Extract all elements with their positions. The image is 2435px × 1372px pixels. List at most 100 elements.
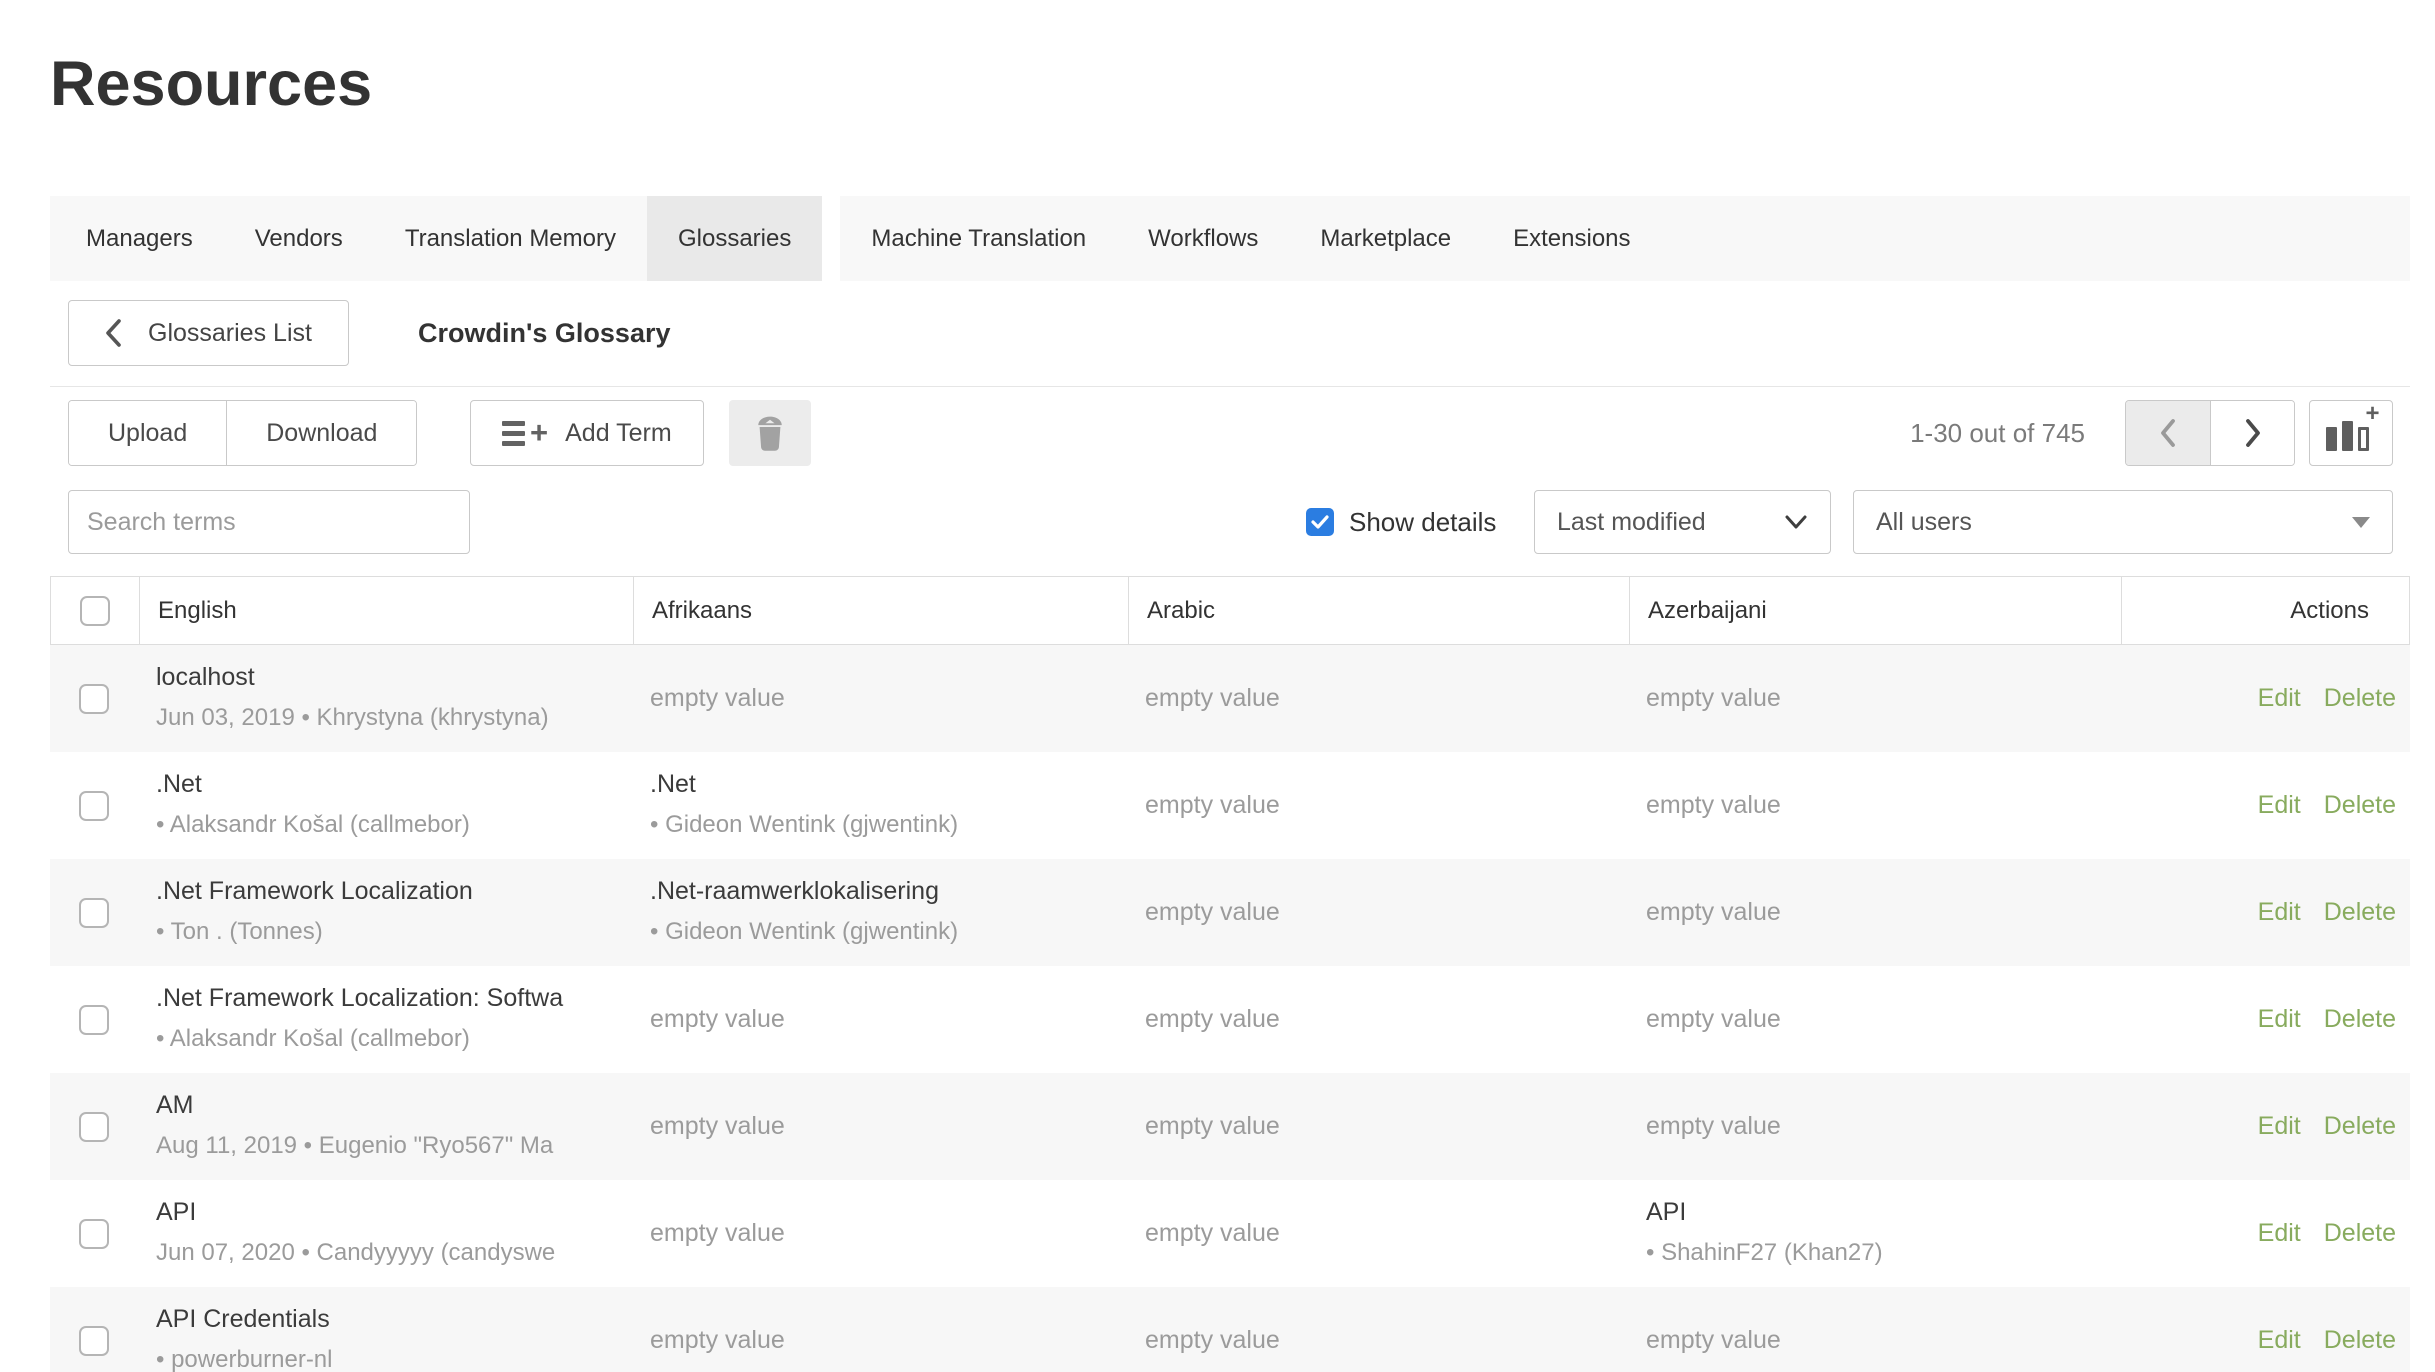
row-checkbox[interactable] xyxy=(79,791,109,821)
delete-link[interactable]: Delete xyxy=(2324,1219,2396,1248)
back-button-label: Glossaries List xyxy=(148,319,312,348)
term-text: localhost xyxy=(156,662,624,693)
edit-link[interactable]: Edit xyxy=(2258,1112,2301,1141)
cell-afrikaans: .Net• Gideon Wentink (gjwentink) xyxy=(632,752,1127,859)
delete-link[interactable]: Delete xyxy=(2324,1112,2396,1141)
row-checkbox[interactable] xyxy=(79,1219,109,1249)
term-detail: • powerburner-nl xyxy=(156,1346,624,1372)
empty-value-text: empty value xyxy=(650,1219,785,1248)
delete-link[interactable]: Delete xyxy=(2324,1005,2396,1034)
upload-download-group: Upload Download xyxy=(68,400,417,466)
empty-value-text: empty value xyxy=(1646,1326,1781,1355)
prev-page-button[interactable] xyxy=(2126,401,2210,465)
row-checkbox[interactable] xyxy=(79,898,109,928)
cell-azerbaijani: empty value xyxy=(1628,966,2120,1073)
select-all-checkbox[interactable] xyxy=(80,596,110,626)
row-checkbox[interactable] xyxy=(79,1005,109,1035)
cell-arabic: empty value xyxy=(1127,1180,1628,1287)
term-detail: • Alaksandr Košal (callmebor) xyxy=(156,1025,624,1054)
trash-icon xyxy=(754,415,786,451)
empty-value-text: empty value xyxy=(650,684,785,713)
row-checkbox-cell xyxy=(50,966,138,1073)
delete-link[interactable]: Delete xyxy=(2324,898,2396,927)
cell-afrikaans: empty value xyxy=(632,645,1127,752)
cell-english: localhostJun 03, 2019 • Khrystyna (khrys… xyxy=(138,645,632,752)
cell-actions: Edit Delete xyxy=(2120,1180,2410,1287)
tab-glossaries[interactable]: Glossaries xyxy=(647,196,822,281)
empty-value-text: empty value xyxy=(650,1326,785,1355)
cell-english: APIJun 07, 2020 • Candyyyyy (candyswe xyxy=(138,1180,632,1287)
cell-actions: Edit Delete xyxy=(2120,1073,2410,1180)
edit-link[interactable]: Edit xyxy=(2258,1005,2301,1034)
cell-actions: Edit Delete xyxy=(2120,859,2410,966)
cell-azerbaijani: API• ShahinF27 (Khan27) xyxy=(1628,1180,2120,1287)
cell-azerbaijani: empty value xyxy=(1628,752,2120,859)
tab-extensions[interactable]: Extensions xyxy=(1482,196,1661,281)
edit-link[interactable]: Edit xyxy=(2258,1326,2301,1355)
empty-value-text: empty value xyxy=(1646,1005,1781,1034)
column-header-azerbaijani: Azerbaijani xyxy=(1629,577,2121,644)
resources-tab-bar: Managers Vendors Translation Memory Glos… xyxy=(50,196,2410,281)
term-text: .Net xyxy=(650,769,1119,800)
tab-marketplace[interactable]: Marketplace xyxy=(1289,196,1482,281)
cell-arabic: empty value xyxy=(1127,1073,1628,1180)
users-selected-value: All users xyxy=(1876,508,2352,537)
table-row: .Net Framework Localization• Ton . (Tonn… xyxy=(50,859,2410,966)
add-term-button[interactable]: + Add Term xyxy=(470,400,704,466)
empty-value-text: empty value xyxy=(650,1112,785,1141)
glossary-table: English Afrikaans Arabic Azerbaijani Act… xyxy=(50,576,2410,1372)
upload-button[interactable]: Upload xyxy=(69,401,226,465)
edit-link[interactable]: Edit xyxy=(2258,1219,2301,1248)
term-text: AM xyxy=(156,1090,624,1121)
table-header: English Afrikaans Arabic Azerbaijani Act… xyxy=(50,576,2410,645)
next-page-button[interactable] xyxy=(2210,401,2294,465)
tab-workflows[interactable]: Workflows xyxy=(1117,196,1289,281)
sort-select[interactable]: Last modified xyxy=(1534,490,1831,554)
column-header-afrikaans: Afrikaans xyxy=(633,577,1128,644)
term-text: .Net-raamwerklokalisering xyxy=(650,876,1119,907)
cell-english: AMAug 11, 2019 • Eugenio "Ryo567" Ma xyxy=(138,1073,632,1180)
sort-selected-value: Last modified xyxy=(1557,508,1784,537)
empty-value-text: empty value xyxy=(1145,1219,1280,1248)
tab-managers[interactable]: Managers xyxy=(55,196,224,281)
tab-segment-left: Managers Vendors Translation Memory xyxy=(50,196,647,281)
show-details-label: Show details xyxy=(1349,507,1496,538)
row-checkbox[interactable] xyxy=(79,1112,109,1142)
cell-arabic: empty value xyxy=(1127,966,1628,1073)
cell-arabic: empty value xyxy=(1127,859,1628,966)
tab-translation-memory[interactable]: Translation Memory xyxy=(374,196,647,281)
empty-value-text: empty value xyxy=(1646,791,1781,820)
search-input[interactable] xyxy=(68,490,470,554)
row-checkbox-cell xyxy=(50,1073,138,1180)
download-button[interactable]: Download xyxy=(226,401,416,465)
edit-link[interactable]: Edit xyxy=(2258,898,2301,927)
edit-link[interactable]: Edit xyxy=(2258,684,2301,713)
delete-link[interactable]: Delete xyxy=(2324,791,2396,820)
delete-link[interactable]: Delete xyxy=(2324,1326,2396,1355)
row-checkbox[interactable] xyxy=(79,1326,109,1356)
table-row: APIJun 07, 2020 • Candyyyyy (candyswe em… xyxy=(50,1180,2410,1287)
show-details-checkbox[interactable] xyxy=(1306,508,1334,536)
edit-link[interactable]: Edit xyxy=(2258,791,2301,820)
cell-english: API Credentials • powerburner-nl xyxy=(138,1287,632,1372)
row-checkbox-cell xyxy=(50,1180,138,1287)
row-checkbox-cell xyxy=(50,752,138,859)
term-text: .Net Framework Localization: Softwa xyxy=(156,983,624,1014)
cell-actions: Edit Delete xyxy=(2120,1287,2410,1372)
term-detail: • Ton . (Tonnes) xyxy=(156,918,624,947)
cell-azerbaijani: empty value xyxy=(1628,645,2120,752)
manage-columns-button[interactable]: + xyxy=(2309,400,2393,466)
term-detail: • ShahinF27 (Khan27) xyxy=(1646,1239,2112,1268)
tab-vendors[interactable]: Vendors xyxy=(224,196,374,281)
delete-link[interactable]: Delete xyxy=(2324,684,2396,713)
bulk-delete-button[interactable] xyxy=(729,400,811,466)
empty-value-text: empty value xyxy=(1145,1326,1280,1355)
users-filter-select[interactable]: All users xyxy=(1853,490,2393,554)
cell-afrikaans: empty value xyxy=(632,1180,1127,1287)
glossaries-list-back-button[interactable]: Glossaries List xyxy=(68,300,349,366)
empty-value-text: empty value xyxy=(650,1005,785,1034)
checkmark-icon xyxy=(1311,515,1329,529)
tab-machine-translation[interactable]: Machine Translation xyxy=(840,196,1117,281)
row-checkbox[interactable] xyxy=(79,684,109,714)
term-text: API Credentials xyxy=(156,1304,624,1335)
